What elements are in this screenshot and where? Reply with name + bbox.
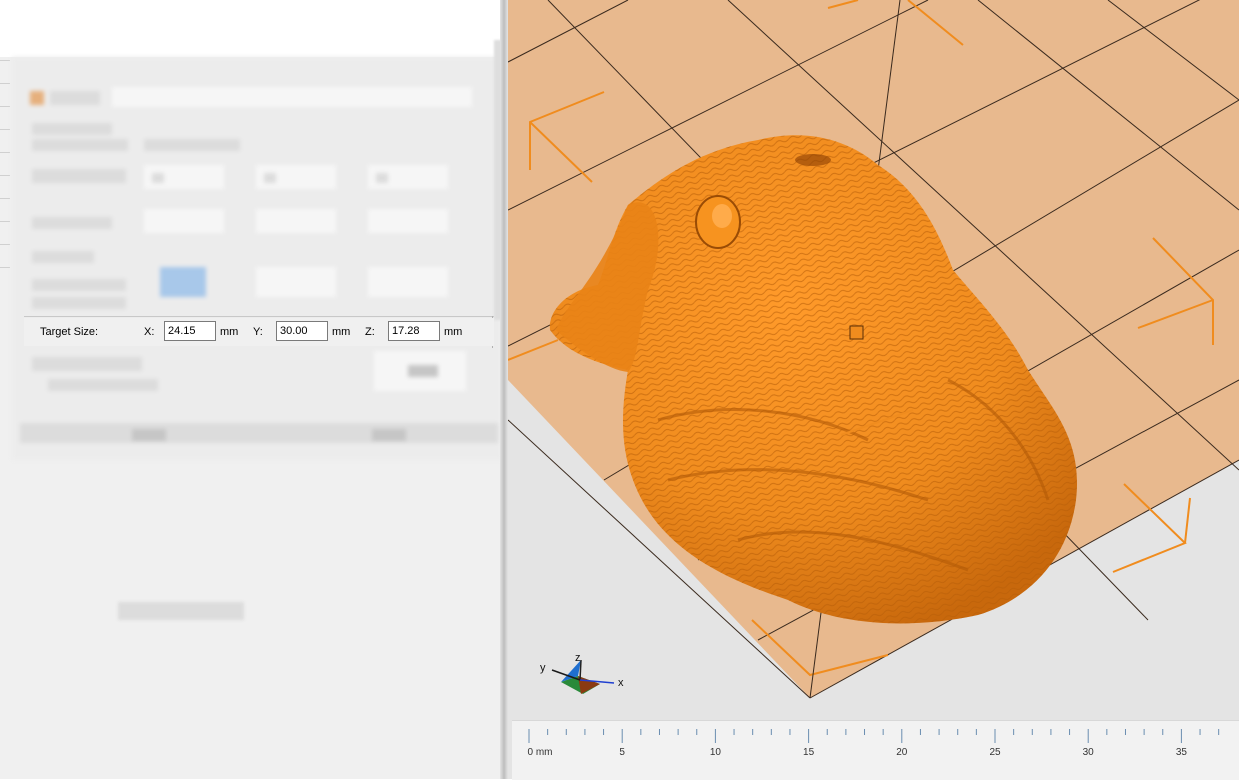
3d-viewport[interactable]: z x y — [508, 0, 1239, 779]
model-center-handle[interactable] — [849, 325, 864, 340]
axis-y-label: y — [540, 662, 546, 674]
ruler-tick-label: 5 — [619, 747, 625, 758]
ruler-tick-label: 0 mm — [527, 747, 553, 758]
left-panel-header — [0, 0, 503, 57]
target-x-unit: mm — [220, 326, 239, 338]
ruler-tick-label: 35 — [1175, 747, 1187, 758]
left-panel: Target Size: X: mm Y: mm Z: mm — [0, 0, 503, 779]
ruler-tick-label: 25 — [989, 747, 1001, 758]
axis-x-label: x — [618, 677, 624, 689]
ruler-tick-label: 20 — [896, 747, 908, 758]
ruler-tick-label: 30 — [1082, 747, 1094, 758]
target-x-input[interactable] — [164, 321, 216, 341]
target-z-unit: mm — [444, 326, 463, 338]
scale-dialog-obscured — [12, 57, 502, 460]
target-y-label: Y: — [253, 326, 263, 338]
viewport-scene: z x y — [508, 0, 1239, 779]
target-size-divider — [24, 316, 494, 317]
target-z-label: Z: — [365, 326, 375, 338]
target-z-input[interactable] — [388, 321, 440, 341]
target-x-label: X: — [144, 326, 155, 338]
target-y-input[interactable] — [276, 321, 328, 341]
left-edge-lines — [0, 60, 10, 310]
target-y-unit: mm — [332, 326, 351, 338]
target-size-row: Target Size: X: mm Y: mm Z: mm — [24, 318, 494, 346]
target-size-label: Target Size: — [40, 326, 99, 338]
horizontal-ruler: 0 mm 5 10 15 20 25 30 35 — [512, 720, 1239, 780]
panel-splitter[interactable] — [500, 0, 508, 779]
axis-z-label: z — [575, 652, 581, 664]
status-text-obscured — [118, 602, 244, 620]
ruler-tick-label: 10 — [709, 747, 721, 758]
ruler-tick-label: 15 — [803, 747, 815, 758]
